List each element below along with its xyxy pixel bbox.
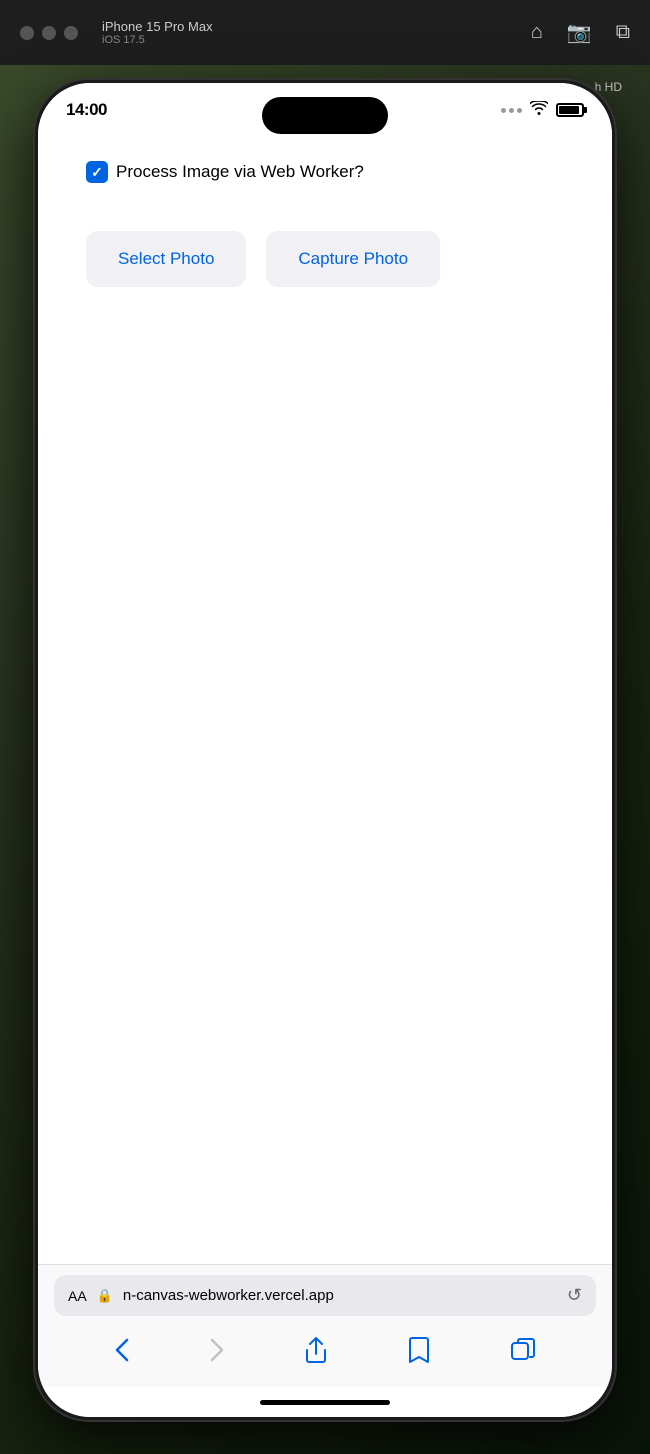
traffic-light-green	[64, 26, 78, 40]
checkbox-row: ✓ Process Image via Web Worker?	[66, 161, 584, 183]
dynamic-island	[262, 97, 388, 134]
status-right	[501, 101, 584, 120]
reload-icon[interactable]: ↺	[567, 1285, 582, 1306]
url-bar[interactable]: AA 🔒 n-canvas-webworker.vercel.app ↺	[54, 1275, 596, 1316]
traffic-light-yellow	[42, 26, 56, 40]
process-checkbox[interactable]: ✓	[86, 161, 108, 183]
traffic-light-red	[20, 26, 34, 40]
forward-button[interactable]	[210, 1338, 224, 1369]
desktop-bar-icons: ⌂ 📷 ⧉	[531, 20, 630, 45]
wifi-icon	[530, 101, 548, 120]
iphone-screen: 14:00	[38, 83, 612, 1417]
traffic-lights	[20, 26, 78, 40]
status-time: 14:00	[66, 100, 107, 120]
signal-dots	[501, 108, 522, 113]
bookmarks-button[interactable]	[408, 1336, 430, 1371]
dot2	[509, 108, 514, 113]
screen-icon[interactable]: ⧉	[616, 21, 630, 44]
battery-fill	[559, 106, 579, 114]
device-subtitle: iOS 17.5	[102, 34, 213, 46]
desktop-bar: iPhone 15 Pro Max iOS 17.5 ⌂ 📷 ⧉	[0, 0, 650, 65]
iphone-frame: 14:00	[35, 80, 615, 1420]
home-bar	[260, 1400, 390, 1405]
url-bar-aa[interactable]: AA	[68, 1288, 87, 1304]
status-bar: 14:00	[38, 83, 612, 137]
dot3	[517, 108, 522, 113]
url-text[interactable]: n-canvas-webworker.vercel.app	[123, 1287, 557, 1304]
empty-content-area	[38, 725, 612, 1265]
check-mark: ✓	[91, 164, 103, 181]
browser-bottom: AA 🔒 n-canvas-webworker.vercel.app ↺	[38, 1264, 612, 1387]
capture-photo-button[interactable]: Capture Photo	[266, 231, 440, 287]
dot1	[501, 108, 506, 113]
home-indicator	[38, 1387, 612, 1417]
share-button[interactable]	[305, 1336, 327, 1371]
lock-icon: 🔒	[97, 1288, 113, 1304]
home-icon[interactable]: ⌂	[531, 21, 543, 44]
device-name: iPhone 15 Pro Max	[102, 19, 213, 34]
checkbox-label: Process Image via Web Worker?	[116, 162, 364, 182]
back-button[interactable]	[115, 1338, 129, 1369]
main-content: ✓ Process Image via Web Worker? Select P…	[38, 137, 612, 725]
bottom-nav	[54, 1328, 596, 1387]
battery-icon	[556, 103, 584, 117]
button-row: Select Photo Capture Photo	[66, 231, 584, 287]
device-title: iPhone 15 Pro Max iOS 17.5	[102, 19, 213, 46]
select-photo-button[interactable]: Select Photo	[86, 231, 246, 287]
tabs-button[interactable]	[511, 1338, 535, 1369]
camera-icon[interactable]: 📷	[567, 20, 592, 45]
